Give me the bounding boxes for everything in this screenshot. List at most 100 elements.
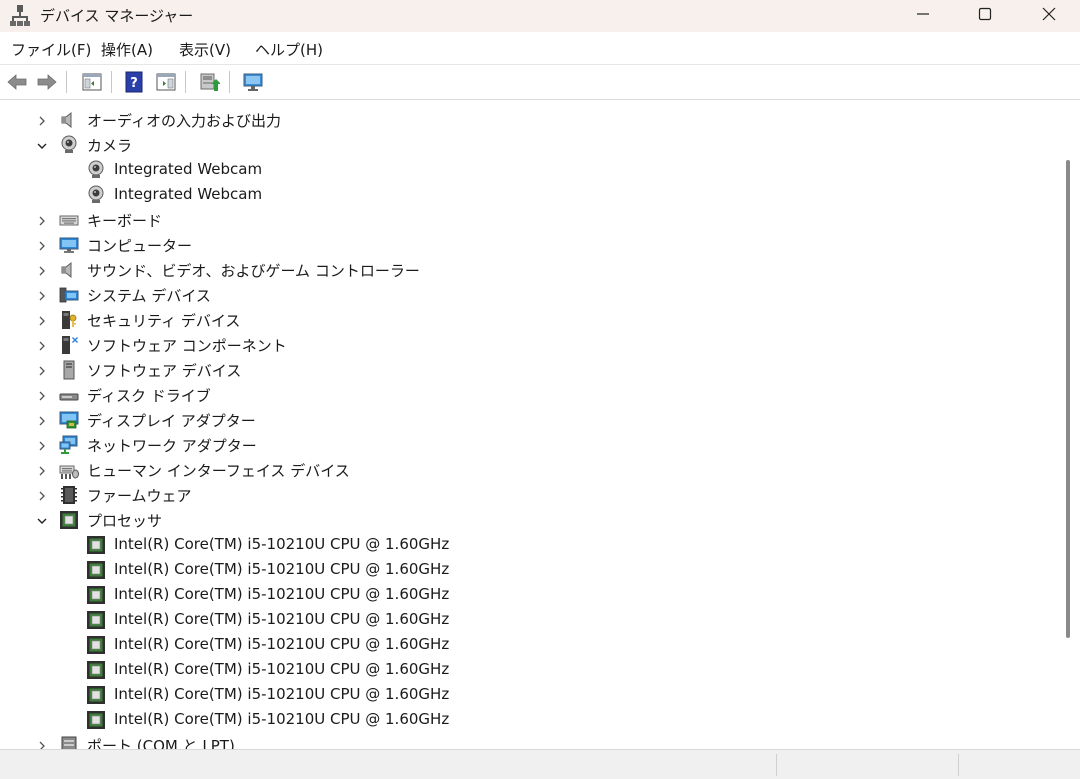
tree-label: コンピューター <box>87 237 193 255</box>
port-icon <box>59 735 79 749</box>
svg-text:?: ? <box>130 76 138 91</box>
back-arrow-icon <box>7 74 27 90</box>
tree-category[interactable]: サウンド、ビデオ、およびゲーム コントローラー <box>2 258 1042 283</box>
tree-category[interactable]: ソフトウェア コンポーネント <box>2 333 1042 358</box>
tree-category[interactable]: ネットワーク アダプター <box>2 433 1042 458</box>
toolbar-separator <box>185 71 186 93</box>
tree-device[interactable]: Intel(R) Core(TM) i5-10210U CPU @ 1.60GH… <box>2 708 1042 733</box>
toolbar-separator <box>229 71 230 93</box>
menu-bar: ファイル(F) 操作(A) 表示(V) ヘルプ(H) <box>0 32 1080 64</box>
chevron-right-icon[interactable] <box>35 489 49 503</box>
chevron-right-icon[interactable] <box>35 389 49 403</box>
show-hide-console-tree-button[interactable] <box>80 70 104 94</box>
tree-label: Intel(R) Core(TM) i5-10210U CPU @ 1.60GH… <box>114 585 450 603</box>
webcam-icon <box>86 160 106 180</box>
help-button[interactable]: ? <box>122 70 146 94</box>
security-device-icon <box>59 310 79 330</box>
tree-device[interactable]: Intel(R) Core(TM) i5-10210U CPU @ 1.60GH… <box>2 658 1042 683</box>
tree-label: Intel(R) Core(TM) i5-10210U CPU @ 1.60GH… <box>114 710 450 728</box>
tree-device[interactable]: Intel(R) Core(TM) i5-10210U CPU @ 1.60GH… <box>2 558 1042 583</box>
back-button[interactable] <box>5 70 29 94</box>
tree-label: カメラ <box>87 137 133 155</box>
chevron-right-icon[interactable] <box>35 239 49 253</box>
scrollbar-thumb[interactable] <box>1066 160 1070 638</box>
device-tree[interactable]: オーディオの入力および出力 カメラ Integrated Webcam Integra… <box>2 106 1056 749</box>
menu-file[interactable]: ファイル(F) <box>11 39 91 60</box>
close-icon <box>1042 7 1056 21</box>
menu-help[interactable]: ヘルプ(H) <box>255 39 323 60</box>
tree-device[interactable]: Intel(R) Core(TM) i5-10210U CPU @ 1.60GH… <box>2 533 1042 558</box>
close-button[interactable] <box>1019 0 1079 28</box>
minimize-icon <box>917 13 929 15</box>
tree-category[interactable]: オーディオの入力および出力 <box>2 108 1042 133</box>
tree-label: Intel(R) Core(TM) i5-10210U CPU @ 1.60GH… <box>114 535 450 553</box>
tree-device[interactable]: Integrated Webcam <box>2 183 1042 208</box>
forward-arrow-icon <box>37 74 57 90</box>
minimize-button[interactable] <box>893 0 953 28</box>
tree-label: ネットワーク アダプター <box>87 437 257 455</box>
camera-icon <box>59 135 79 155</box>
tree-label: サウンド、ビデオ、およびゲーム コントローラー <box>87 262 420 280</box>
tree-label: Intel(R) Core(TM) i5-10210U CPU @ 1.60GH… <box>114 610 450 628</box>
tree-category[interactable]: ソフトウェア デバイス <box>2 358 1042 383</box>
chevron-right-icon[interactable] <box>35 464 49 478</box>
tree-device[interactable]: Integrated Webcam <box>2 158 1042 183</box>
update-driver-icon <box>200 73 220 91</box>
chevron-right-icon[interactable] <box>35 364 49 378</box>
tree-category[interactable]: ディスク ドライブ <box>2 383 1042 408</box>
update-driver-button[interactable] <box>197 70 221 94</box>
tree-category[interactable]: ディスプレイ アダプター <box>2 408 1042 433</box>
tree-device[interactable]: Intel(R) Core(TM) i5-10210U CPU @ 1.60GH… <box>2 583 1042 608</box>
toolbar: ? <box>0 64 1080 100</box>
tree-category[interactable]: キーボード <box>2 208 1042 233</box>
chevron-right-icon[interactable] <box>35 314 49 328</box>
tree-label: ポート (COM と LPT) <box>87 737 235 749</box>
tree-label: ディスプレイ アダプター <box>87 412 256 430</box>
chevron-down-icon[interactable] <box>35 514 49 528</box>
scan-hardware-button[interactable] <box>241 70 265 94</box>
chevron-right-icon[interactable] <box>35 289 49 303</box>
tree-category[interactable]: ポート (COM と LPT) <box>2 733 1042 749</box>
processor-icon <box>86 585 106 605</box>
tree-device[interactable]: Intel(R) Core(TM) i5-10210U CPU @ 1.60GH… <box>2 683 1042 708</box>
tree-label: Intel(R) Core(TM) i5-10210U CPU @ 1.60GH… <box>114 560 450 578</box>
processor-icon <box>86 685 106 705</box>
tree-label: キーボード <box>87 212 163 230</box>
chevron-right-icon[interactable] <box>35 339 49 353</box>
maximize-button[interactable] <box>955 0 1015 28</box>
chevron-right-icon[interactable] <box>35 114 49 128</box>
tree-label: ディスク ドライブ <box>87 387 211 405</box>
processor-icon <box>86 610 106 630</box>
tree-category[interactable]: プロセッサ <box>2 508 1042 533</box>
chevron-right-icon[interactable] <box>35 414 49 428</box>
tree-category[interactable]: ファームウェア <box>2 483 1042 508</box>
processor-icon <box>86 560 106 580</box>
tree-device[interactable]: Intel(R) Core(TM) i5-10210U CPU @ 1.60GH… <box>2 608 1042 633</box>
chevron-down-icon[interactable] <box>35 139 49 153</box>
tree-label: オーディオの入力および出力 <box>87 112 281 130</box>
chevron-right-icon[interactable] <box>35 439 49 453</box>
tree-category[interactable]: カメラ <box>2 133 1042 158</box>
firmware-icon <box>59 485 79 505</box>
tree-category[interactable]: システム デバイス <box>2 283 1042 308</box>
tree-label: Integrated Webcam <box>114 160 263 178</box>
display-adapter-icon <box>59 410 79 430</box>
tree-category[interactable]: セキュリティ デバイス <box>2 308 1042 333</box>
chevron-right-icon[interactable] <box>35 214 49 228</box>
chevron-right-icon[interactable] <box>35 739 49 749</box>
tree-category[interactable]: コンピューター <box>2 233 1042 258</box>
status-bar <box>0 749 1080 779</box>
vertical-scrollbar[interactable] <box>1056 106 1080 749</box>
tree-label: Integrated Webcam <box>114 185 263 203</box>
tree-label: ファームウェア <box>87 487 192 505</box>
toolbar-separator <box>66 71 67 93</box>
show-hide-action-pane-icon <box>156 73 176 91</box>
chevron-right-icon[interactable] <box>35 264 49 278</box>
menu-action[interactable]: 操作(A) <box>101 39 153 60</box>
tree-device[interactable]: Intel(R) Core(TM) i5-10210U CPU @ 1.60GH… <box>2 633 1042 658</box>
show-hide-action-pane-button[interactable] <box>154 70 178 94</box>
menu-view[interactable]: 表示(V) <box>179 39 231 60</box>
title-bar[interactable]: デバイス マネージャー <box>0 0 1080 32</box>
forward-button[interactable] <box>35 70 59 94</box>
tree-category[interactable]: ヒューマン インターフェイス デバイス <box>2 458 1042 483</box>
